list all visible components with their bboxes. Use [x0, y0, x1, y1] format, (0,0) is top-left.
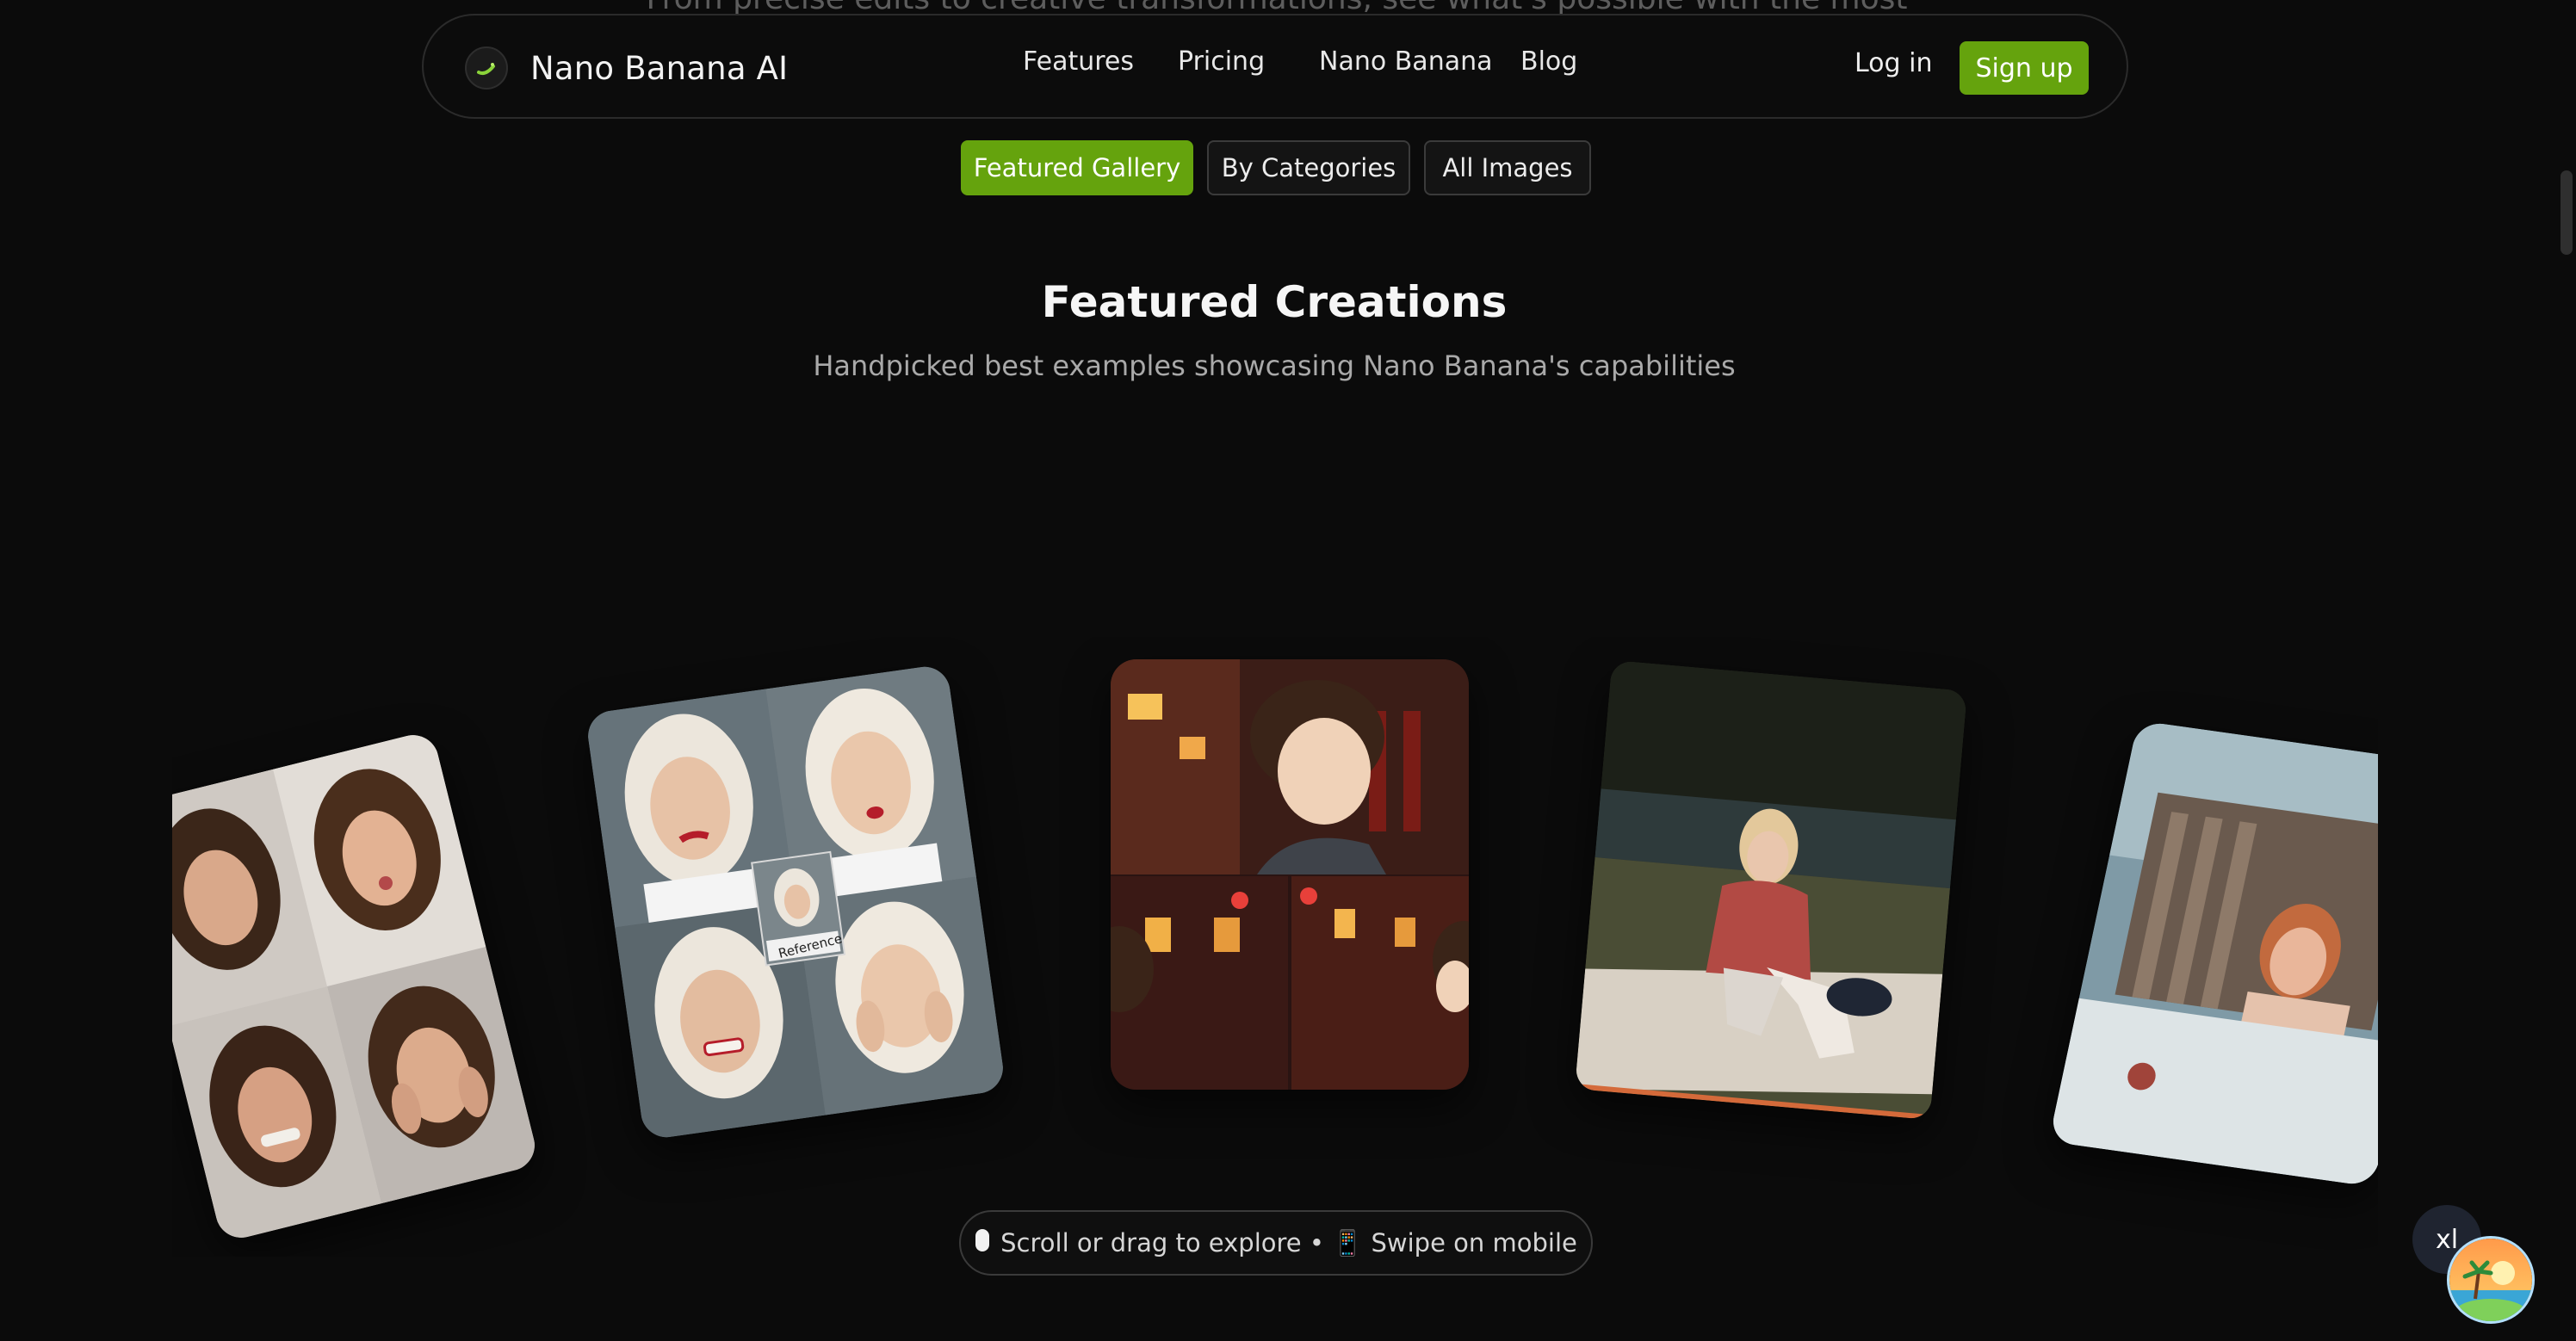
gallery-card-anime[interactable]	[1111, 659, 1469, 1090]
gallery-card-platinum-hair[interactable]: Reference	[585, 663, 1006, 1141]
vintage-photo-image	[1574, 659, 1968, 1121]
login-link[interactable]: Log in	[1855, 48, 1932, 78]
tab-all-images[interactable]: All Images	[1424, 140, 1591, 195]
reference-expressions-image	[585, 663, 1006, 1141]
gallery-card-vintage-photo[interactable]	[1574, 659, 1968, 1121]
nav-link-nano-banana[interactable]: Nano Banana	[1319, 46, 1493, 77]
section-subtitle: Handpicked best examples showcasing Nano…	[813, 349, 1736, 382]
nav-link-features[interactable]: Features	[1023, 46, 1134, 77]
brand-name: Nano Banana AI	[530, 49, 789, 87]
signup-button[interactable]: Sign up	[1960, 41, 2089, 95]
expressions-grid-image	[172, 729, 541, 1244]
gallery-card-curly-hair[interactable]	[172, 729, 541, 1244]
banana-logo-icon	[465, 46, 508, 90]
scroll-hint-text: Scroll or drag to explore • 📱 Swipe on m…	[1000, 1227, 1577, 1258]
scroll-hint: Scroll or drag to explore • 📱 Swipe on m…	[959, 1210, 1593, 1276]
mouse-icon	[975, 1228, 990, 1258]
window-portrait-image	[2048, 720, 2378, 1188]
gallery-card-window-portrait[interactable]	[2048, 720, 2378, 1188]
page-scrollbar[interactable]	[2557, 0, 2576, 1341]
tab-featured-gallery[interactable]: Featured Gallery	[961, 140, 1193, 195]
tab-by-categories[interactable]: By Categories	[1207, 140, 1410, 195]
section-title: Featured Creations	[1041, 277, 1508, 327]
nav-link-pricing[interactable]: Pricing	[1178, 46, 1265, 77]
top-navbar: Nano Banana AI Features Pricing Nano Ban…	[422, 14, 2128, 119]
brand[interactable]: Nano Banana AI	[465, 43, 788, 93]
featured-carousel[interactable]: Reference	[172, 637, 2378, 1257]
nav-link-blog[interactable]: Blog	[1520, 46, 1577, 77]
scrollbar-thumb[interactable]	[2561, 170, 2573, 255]
anime-storyboard-image	[1111, 659, 1469, 1090]
page: From precise edits to creative transform…	[0, 0, 2576, 1341]
assistant-avatar-icon[interactable]	[2447, 1236, 2535, 1324]
